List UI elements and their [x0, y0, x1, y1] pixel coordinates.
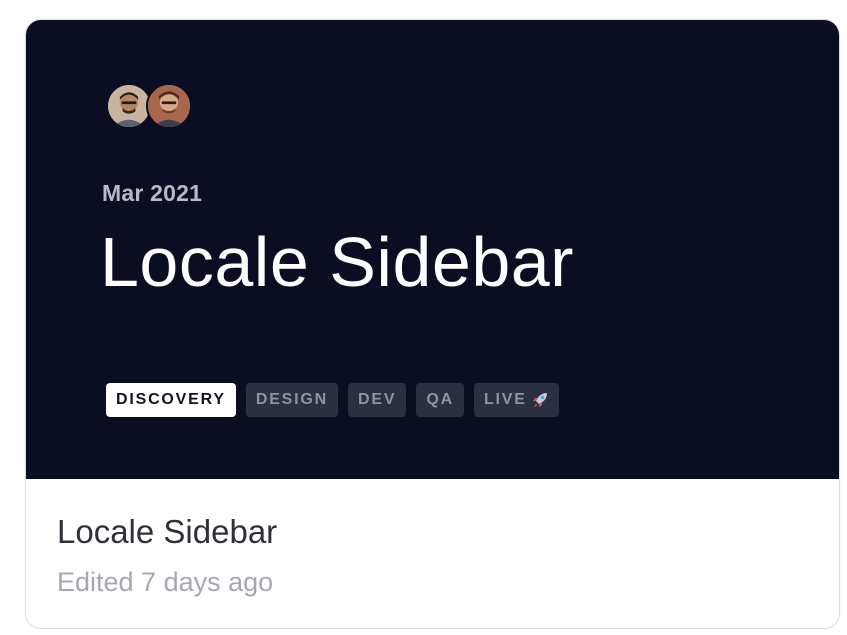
- card-title[interactable]: Locale Sidebar: [57, 513, 277, 551]
- stage-label: DEV: [358, 391, 397, 408]
- rocket-icon: [531, 391, 549, 409]
- stage-discovery[interactable]: DISCOVERY: [106, 383, 236, 417]
- cover-date: Mar 2021: [102, 180, 203, 206]
- stage-label: QA: [426, 391, 454, 408]
- stage-design[interactable]: DESIGN: [245, 383, 339, 417]
- avatar: [146, 83, 192, 129]
- stage-list: DISCOVERY DESIGN DEV QA LIVE: [106, 383, 559, 417]
- avatar-user-2-icon: [148, 85, 190, 127]
- stage-label: DESIGN: [255, 391, 329, 408]
- stage-qa[interactable]: QA: [416, 383, 464, 417]
- stage-label: LIVE: [483, 391, 527, 408]
- stage-live[interactable]: LIVE: [473, 383, 559, 417]
- avatar-group: [106, 83, 192, 129]
- card-cover: Mar 2021 Locale Sidebar DISCOVERY DESIGN…: [26, 20, 839, 479]
- card-footer: Locale Sidebar Edited 7 days ago: [26, 479, 839, 628]
- cover-title: Locale Sidebar: [100, 223, 574, 301]
- edited-timestamp: Edited 7 days ago: [57, 567, 274, 597]
- stage-label: DISCOVERY: [116, 391, 226, 408]
- stage-dev[interactable]: DEV: [348, 383, 407, 417]
- avatar-user-1-icon: [108, 85, 150, 127]
- project-card[interactable]: Mar 2021 Locale Sidebar DISCOVERY DESIGN…: [25, 19, 840, 629]
